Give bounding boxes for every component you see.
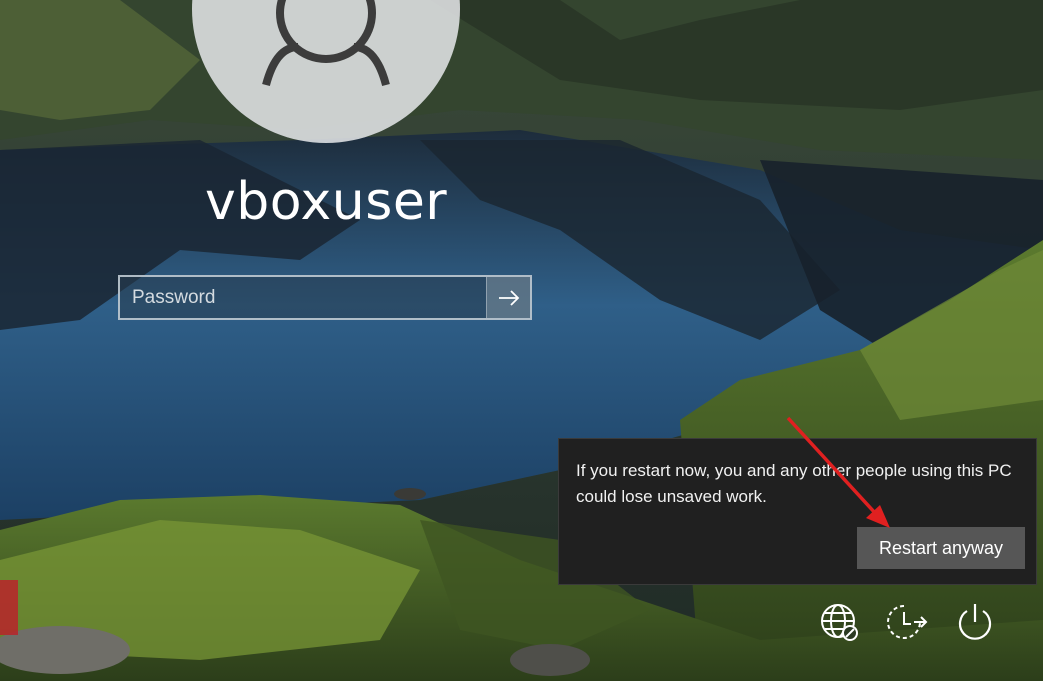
- arrow-right-icon: [498, 289, 519, 306]
- password-box: [118, 275, 532, 320]
- submit-password-button[interactable]: [486, 277, 530, 318]
- accessibility-icon[interactable]: [886, 602, 928, 642]
- restart-warning-dialog: If you restart now, you and any other pe…: [558, 438, 1037, 585]
- restart-warning-message: If you restart now, you and any other pe…: [576, 461, 1012, 506]
- restart-anyway-button[interactable]: Restart anyway: [857, 527, 1025, 569]
- network-icon[interactable]: [819, 602, 859, 642]
- user-avatar: [192, 0, 460, 143]
- person-icon: [262, 0, 390, 87]
- password-input[interactable]: [120, 277, 486, 318]
- username-label: vboxuser: [205, 172, 448, 232]
- power-icon[interactable]: [955, 602, 995, 642]
